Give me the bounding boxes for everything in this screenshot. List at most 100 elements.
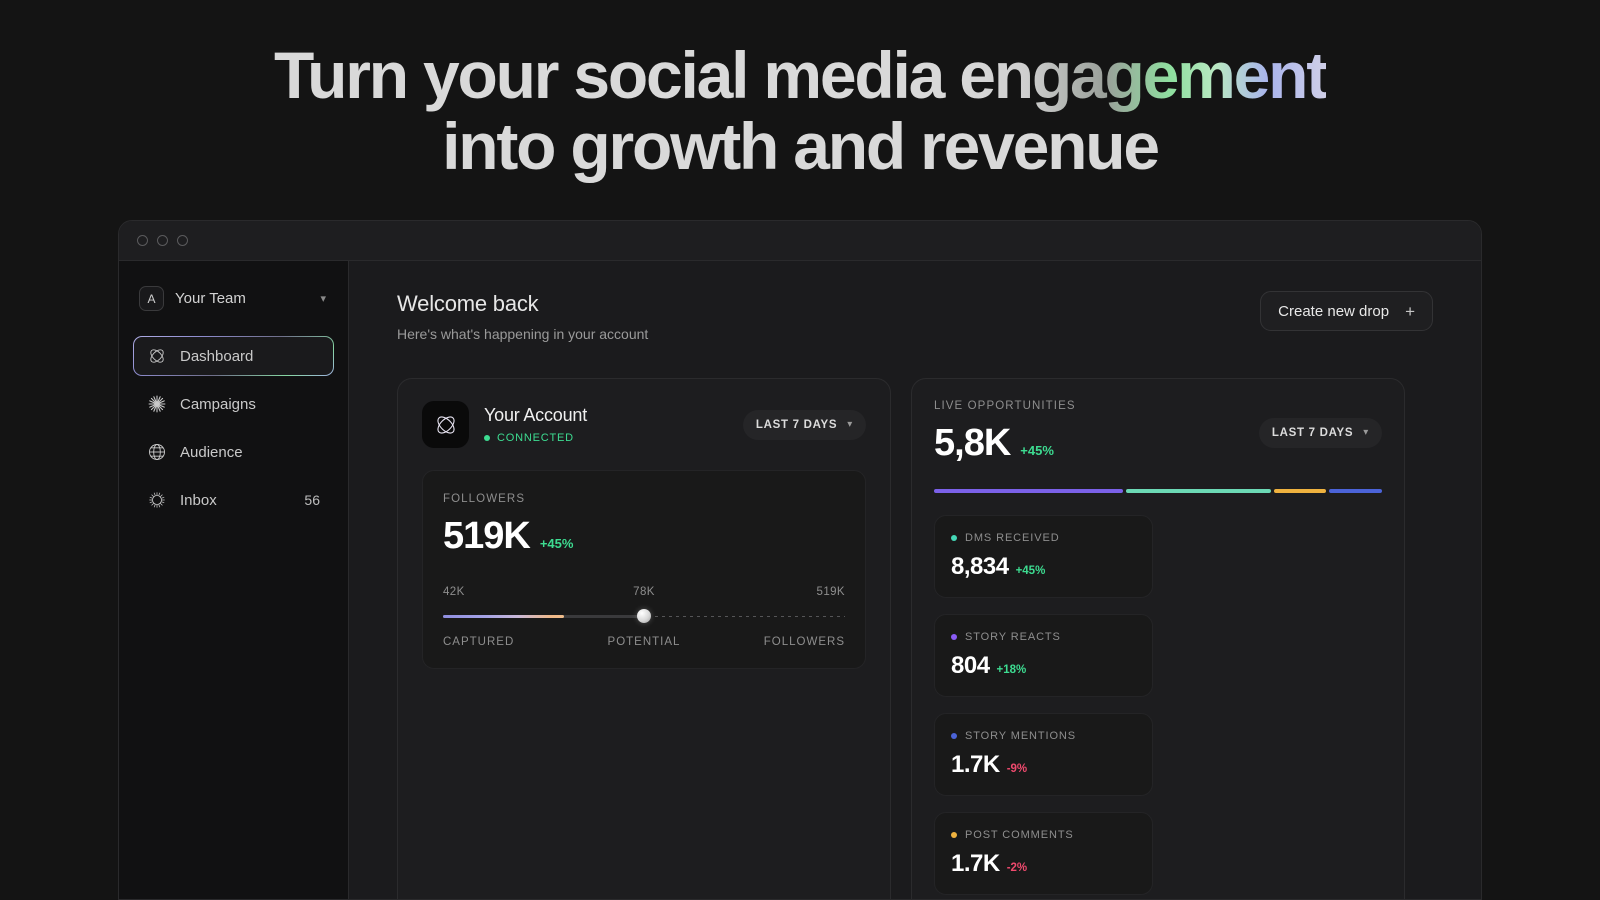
- opportunities-date-range-dropdown[interactable]: LAST 7 DAYS ▾: [1258, 417, 1382, 448]
- hero-line1-gradient: engagement: [959, 38, 1328, 112]
- account-date-range-dropdown[interactable]: LAST 7 DAYS ▾: [742, 409, 866, 440]
- metric-header: DMS RECEIVED: [951, 532, 1136, 544]
- opportunities-stat: 5,8K +45%: [934, 422, 1244, 465]
- metric-header: POST COMMENTS: [951, 829, 1136, 841]
- sidebar-item-inbox[interactable]: Inbox 56: [133, 480, 334, 520]
- atom-icon: [147, 346, 167, 366]
- opportunities-title-block: LIVE OPPORTUNITIES 5,8K +45%: [934, 400, 1244, 465]
- chevron-down-icon: ▾: [847, 419, 853, 430]
- followers-legend: CAPTURED POTENTIAL FOLLOWERS: [443, 636, 845, 648]
- star-burst-icon: [147, 394, 167, 414]
- globe-icon: [147, 442, 167, 462]
- opportunities-date-range-label: LAST 7 DAYS: [1271, 426, 1354, 439]
- welcome-subtitle: Here's what's happening in your account: [397, 326, 649, 342]
- opportunities-header: LIVE OPPORTUNITIES 5,8K +45% LAST 7 DAYS…: [934, 400, 1382, 465]
- team-switcher[interactable]: A Your Team ▾: [133, 279, 334, 318]
- metric-story-reacts[interactable]: STORY REACTS 804 +18%: [934, 614, 1153, 697]
- welcome-text: Welcome back Here's what's happening in …: [397, 291, 1260, 342]
- metric-stat: 8,834 +45%: [951, 553, 1136, 581]
- scale-max: 519K: [816, 586, 845, 598]
- slider-handle[interactable]: [637, 609, 651, 623]
- opportunities-label: LIVE OPPORTUNITIES: [934, 400, 1076, 412]
- opportunities-segment-bar: [934, 489, 1383, 493]
- cards-row: Your Account CONNECTED LAST 7 DAYS ▾ FOL…: [397, 378, 1433, 899]
- metric-dms-received[interactable]: DMS RECEIVED 8,834 +45%: [934, 515, 1153, 598]
- status-dot-icon: [484, 435, 490, 441]
- metric-label: STORY MENTIONS: [965, 730, 1077, 742]
- metric-value: 1.7K: [951, 751, 1000, 778]
- main-content: Welcome back Here's what's happening in …: [349, 261, 1481, 899]
- welcome-title: Welcome back: [397, 291, 539, 316]
- metrics-grid: DMS RECEIVED 8,834 +45% STORY REACTS 804…: [934, 515, 1382, 895]
- metric-value: 804: [951, 652, 990, 679]
- sidebar-item-label: Audience: [180, 443, 243, 461]
- followers-tile: FOLLOWERS 519K +45% 42K 78K 519K CAPTURE…: [422, 470, 866, 669]
- legend-potential: POTENTIAL: [607, 636, 681, 648]
- opportunities-card: LIVE OPPORTUNITIES 5,8K +45% LAST 7 DAYS…: [911, 378, 1405, 899]
- metric-story-mentions[interactable]: STORY MENTIONS 1.7K -9%: [934, 713, 1153, 796]
- account-card: Your Account CONNECTED LAST 7 DAYS ▾ FOL…: [397, 378, 891, 899]
- metric-stat: 804 +18%: [951, 652, 1136, 680]
- status-badge: CONNECTED: [484, 432, 728, 444]
- segment-dms-received: [934, 489, 1123, 493]
- metric-value: 8,834: [951, 553, 1009, 580]
- account-info: Your Account CONNECTED: [484, 405, 728, 444]
- app-window: A Your Team ▾ Dashboard Campaigns Audien…: [118, 220, 1482, 900]
- opportunities-value: 5,8K: [934, 422, 1011, 464]
- atom-icon: [422, 401, 469, 448]
- metric-delta: -2%: [1006, 862, 1028, 874]
- legend-followers: FOLLOWERS: [763, 636, 845, 648]
- create-new-drop-button[interactable]: Create new drop +: [1260, 291, 1433, 331]
- metric-stat: 1.7K -2%: [951, 850, 1136, 878]
- metric-label: DMS RECEIVED: [965, 532, 1060, 544]
- create-new-drop-label: Create new drop: [1278, 302, 1390, 320]
- followers-delta: +45%: [539, 536, 574, 551]
- followers-slider[interactable]: [443, 609, 845, 623]
- sidebar: A Your Team ▾ Dashboard Campaigns Audien…: [119, 261, 349, 899]
- window-titlebar: [119, 221, 1481, 261]
- metric-dot-icon: [951, 832, 957, 838]
- followers-stat: 519K +45%: [443, 515, 845, 558]
- window-body: A Your Team ▾ Dashboard Campaigns Audien…: [119, 261, 1481, 899]
- sidebar-item-audience[interactable]: Audience: [133, 432, 334, 472]
- hero-line2: into growth and revenue: [442, 109, 1160, 183]
- chevron-down-icon: ▾: [320, 293, 326, 305]
- welcome-header: Welcome back Here's what's happening in …: [397, 291, 1433, 342]
- page-title: Turn your social media engagement into g…: [0, 40, 1600, 182]
- account-date-range-label: LAST 7 DAYS: [755, 418, 838, 431]
- metric-label: POST COMMENTS: [965, 829, 1074, 841]
- slider-fill: [443, 615, 564, 618]
- scale-mid: 78K: [633, 586, 655, 598]
- metric-dot-icon: [951, 535, 957, 541]
- inbox-badge-count: 56: [304, 492, 320, 508]
- close-icon[interactable]: [137, 235, 148, 246]
- hero-section: Turn your social media engagement into g…: [0, 40, 1600, 182]
- legend-captured: CAPTURED: [443, 636, 515, 648]
- plus-icon: +: [1405, 301, 1415, 321]
- maximize-icon[interactable]: [177, 235, 188, 246]
- team-avatar: A: [139, 286, 164, 311]
- metric-stat: 1.7K -9%: [951, 751, 1136, 779]
- chevron-down-icon: ▾: [1363, 427, 1369, 438]
- metric-delta: +18%: [996, 664, 1027, 676]
- sidebar-item-label: Dashboard: [180, 347, 254, 365]
- metric-dot-icon: [951, 733, 957, 739]
- followers-label: FOLLOWERS: [443, 493, 526, 505]
- metric-header: STORY MENTIONS: [951, 730, 1136, 742]
- segment-story-reacts: [1125, 489, 1271, 493]
- segment-post-comments: [1329, 489, 1383, 493]
- sidebar-item-dashboard[interactable]: Dashboard: [133, 336, 334, 376]
- hero-line1-plain: Turn your social media: [273, 38, 960, 112]
- metric-delta: +45%: [1015, 565, 1046, 577]
- metric-post-comments[interactable]: POST COMMENTS 1.7K -2%: [934, 812, 1153, 895]
- segment-story-mentions: [1273, 489, 1327, 493]
- team-name: Your Team: [175, 290, 246, 307]
- metric-delta: -9%: [1006, 763, 1028, 775]
- minimize-icon[interactable]: [157, 235, 168, 246]
- opportunities-delta: +45%: [1020, 443, 1054, 458]
- page-root: Turn your social media engagement into g…: [0, 0, 1600, 900]
- account-header: Your Account CONNECTED LAST 7 DAYS ▾: [422, 401, 866, 448]
- followers-scale: 42K 78K 519K: [443, 586, 845, 598]
- sidebar-item-campaigns[interactable]: Campaigns: [133, 384, 334, 424]
- metric-value: 1.7K: [951, 850, 1000, 877]
